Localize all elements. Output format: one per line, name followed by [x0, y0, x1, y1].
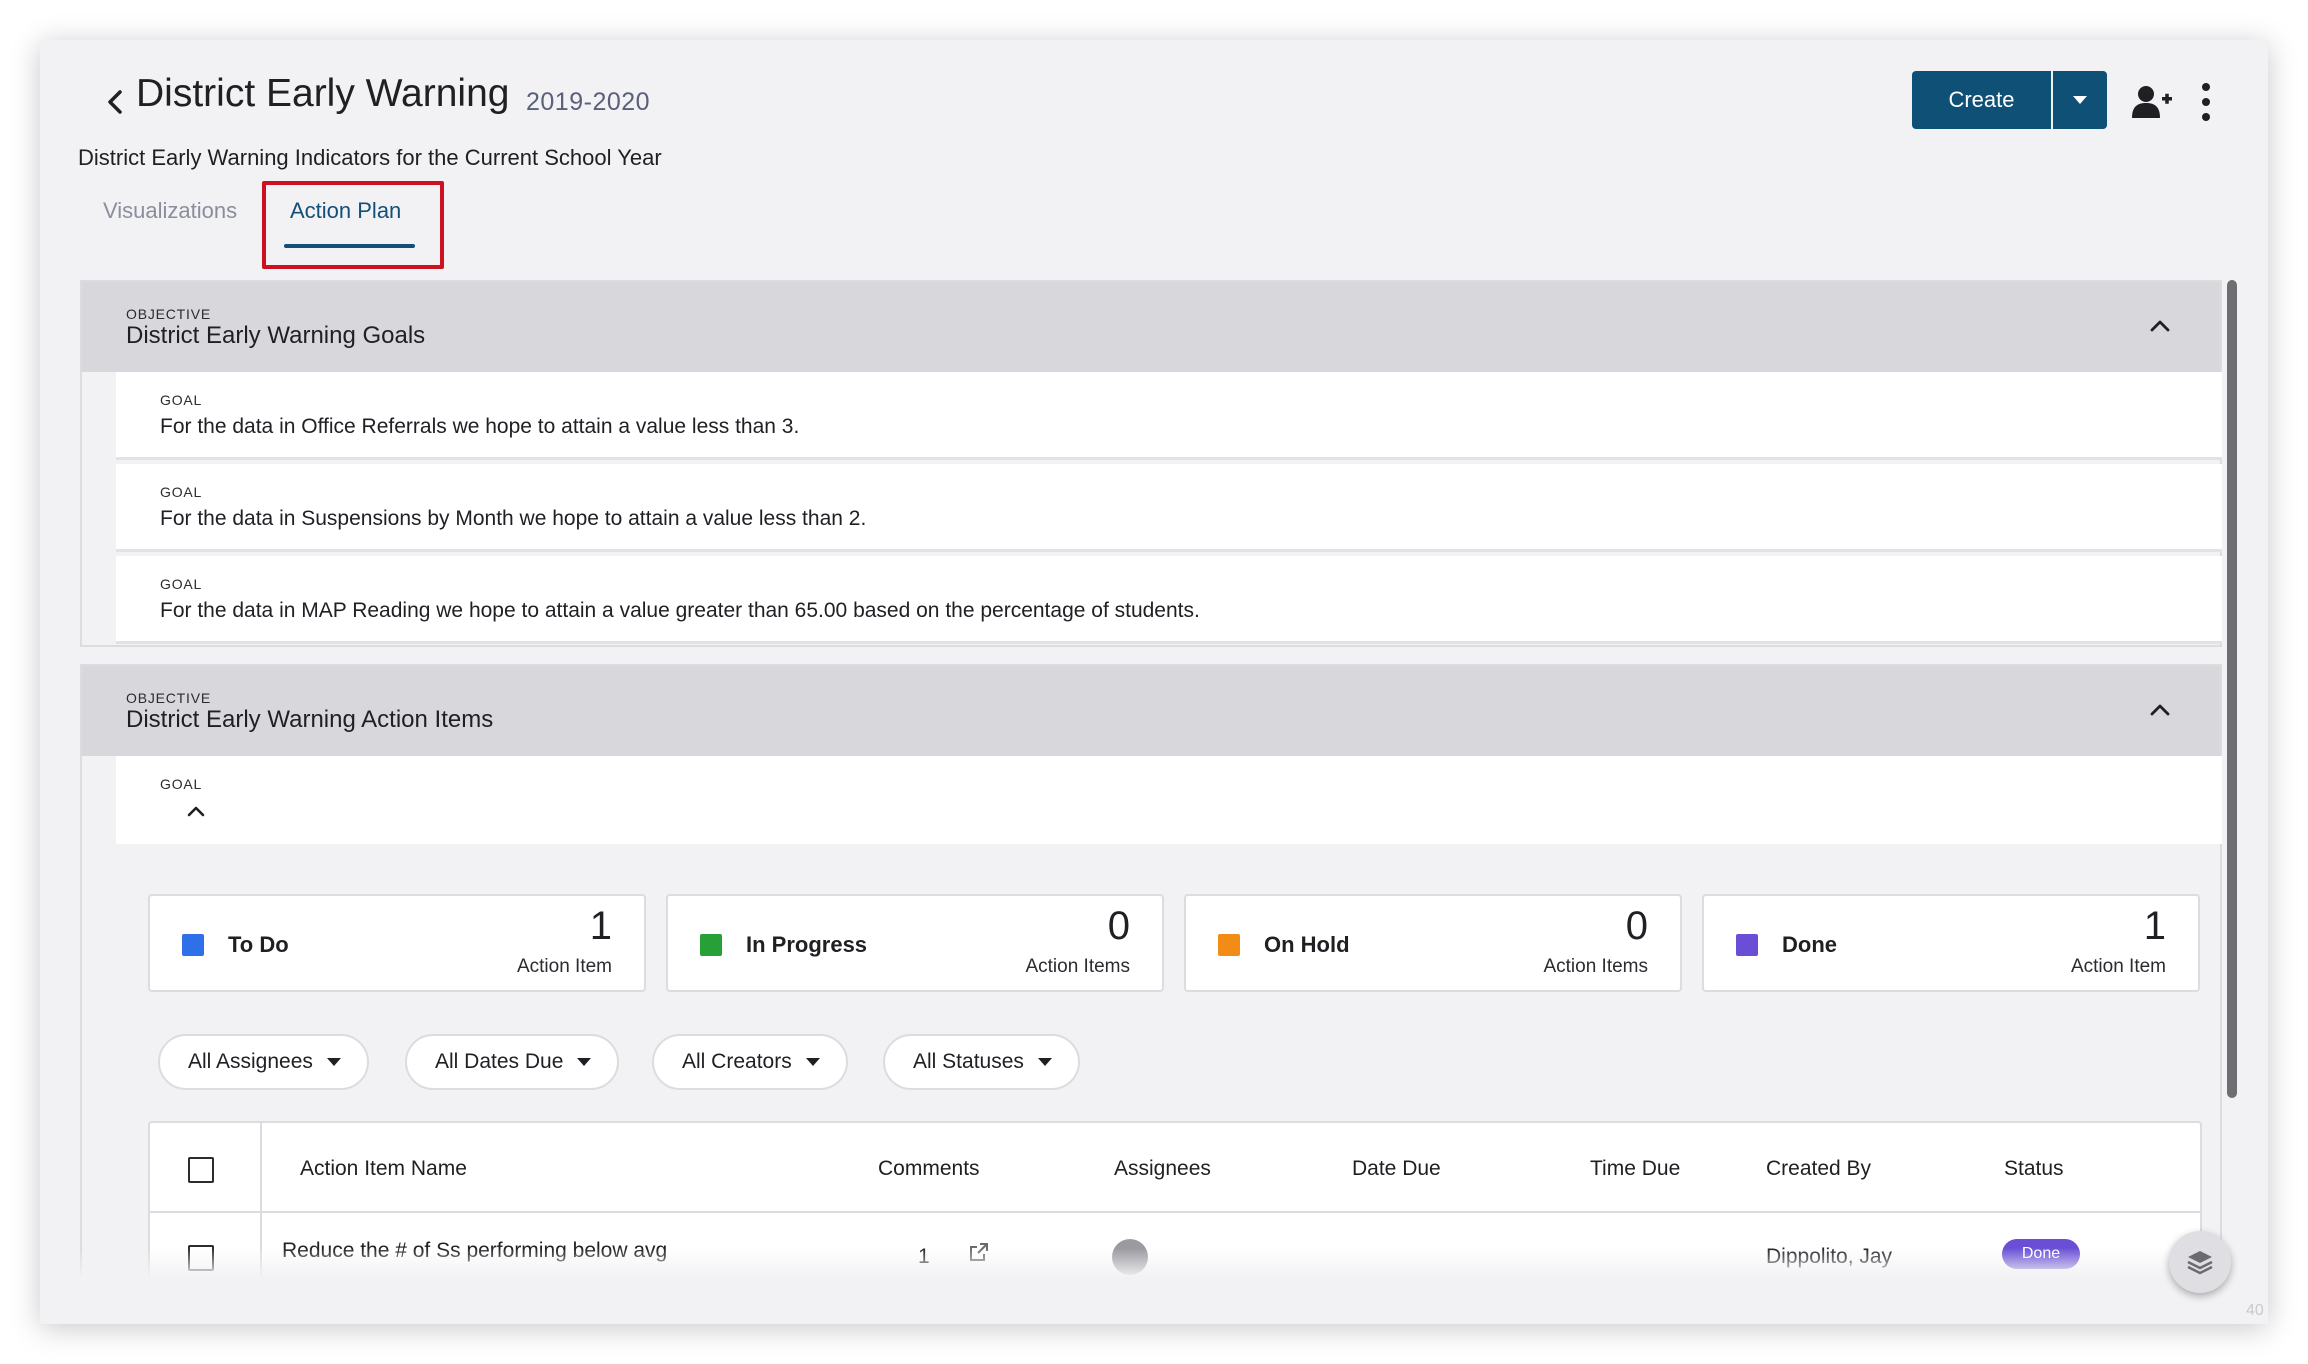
comment-count: 1 — [918, 1245, 930, 1268]
status-card-on-hold[interactable]: On Hold 0 Action Items — [1184, 894, 1682, 992]
goal-card: GOAL For the data in Office Referrals we… — [116, 372, 2222, 460]
status-unit: Action Item — [2070, 956, 2166, 977]
vertical-scrollbar[interactable] — [2227, 280, 2237, 1098]
status-name: To Do — [228, 932, 289, 957]
school-year: 2019-2020 — [526, 88, 651, 116]
goal-card: GOAL — [116, 756, 2222, 844]
corner-number: 40 — [2246, 1302, 2264, 1319]
create-button[interactable]: Create — [1912, 71, 2051, 129]
action-items-table: Action Item Name Comments Assignees Date… — [148, 1121, 2202, 1324]
filter-creators[interactable]: All Creators — [652, 1034, 848, 1090]
tab-action-plan[interactable]: Action Plan — [290, 198, 401, 224]
status-color-swatch — [1218, 934, 1240, 956]
column-header-time-due[interactable]: Time Due — [1590, 1157, 1680, 1181]
highlight-annotation-box — [262, 181, 444, 269]
status-unit: Action Item — [516, 956, 612, 977]
status-card-in-progress[interactable]: In Progress 0 Action Items — [666, 894, 1164, 992]
objective-title: District Early Warning Action Items — [126, 706, 494, 733]
filter-label: All Statuses — [913, 1050, 1024, 1073]
caret-down-icon — [1037, 1058, 1052, 1066]
status-name: Done — [1782, 932, 1837, 957]
status-name: In Progress — [746, 932, 868, 957]
page-title: District Early Warning — [136, 72, 510, 115]
status-count: 0 — [1107, 904, 1130, 948]
caret-down-icon — [326, 1058, 341, 1066]
external-link-icon[interactable] — [968, 1241, 990, 1263]
active-tab-indicator — [284, 244, 415, 248]
tab-visualizations[interactable]: Visualizations — [103, 198, 237, 224]
goal-label: GOAL — [160, 776, 203, 792]
assignee-avatar[interactable] — [1112, 1239, 1148, 1275]
created-by: Dippolito, Jay — [1766, 1245, 1893, 1268]
status-color-swatch — [700, 934, 722, 956]
objective-label: OBJECTIVE — [126, 690, 211, 706]
column-header-date-due[interactable]: Date Due — [1352, 1157, 1441, 1181]
row-checkbox[interactable] — [188, 1245, 214, 1271]
select-all-checkbox[interactable] — [188, 1157, 214, 1183]
goal-label: GOAL — [160, 576, 203, 592]
column-header-created-by[interactable]: Created By — [1766, 1157, 1871, 1181]
goal-label: GOAL — [160, 392, 203, 408]
header-divider — [150, 1211, 2200, 1213]
layers-button[interactable] — [2169, 1231, 2231, 1293]
goal-label: GOAL — [160, 484, 203, 500]
goal-card: GOAL For the data in Suspensions by Mont… — [116, 464, 2222, 552]
status-unit: Action Items — [1025, 956, 1130, 977]
filter-label: All Creators — [682, 1050, 792, 1073]
app-window: District Early Warning 2019-2020 Distric… — [40, 40, 2268, 1324]
status-count: 1 — [589, 904, 612, 948]
filter-assignees[interactable]: All Assignees — [158, 1034, 369, 1090]
chevron-up-icon[interactable] — [2146, 312, 2174, 340]
action-item-name[interactable]: Reduce the # of Ss performing below avg — [282, 1239, 667, 1263]
objective-header[interactable]: OBJECTIVE District Early Warning Action … — [82, 666, 2220, 756]
caret-down-icon — [577, 1058, 592, 1066]
status-color-swatch — [182, 934, 204, 956]
checkbox-column — [150, 1123, 262, 1324]
objective-title: District Early Warning Goals — [126, 322, 426, 349]
more-vertical-icon[interactable] — [2196, 80, 2216, 124]
status-card-to-do[interactable]: To Do 1 Action Item — [148, 894, 646, 992]
chevron-up-icon[interactable] — [2146, 696, 2174, 724]
status-count: 0 — [1625, 904, 1648, 948]
create-dropdown-button[interactable] — [2053, 71, 2107, 129]
column-header-status[interactable]: Status — [2004, 1157, 2064, 1181]
goal-text: For the data in Office Referrals we hope… — [160, 415, 800, 438]
page-subtitle: District Early Warning Indicators for th… — [78, 145, 662, 170]
chevron-up-icon[interactable] — [184, 800, 208, 822]
caret-down-icon — [2073, 96, 2087, 104]
filter-label: All Assignees — [188, 1050, 313, 1073]
objective-label: OBJECTIVE — [126, 306, 211, 322]
goal-text: For the data in Suspensions by Month we … — [160, 507, 867, 530]
status-name: On Hold — [1264, 932, 1350, 957]
filter-statuses[interactable]: All Statuses — [883, 1034, 1080, 1090]
status-count: 1 — [2143, 904, 2166, 948]
layers-icon — [2187, 1251, 2213, 1275]
objective-header[interactable]: OBJECTIVE District Early Warning Goals — [82, 282, 2220, 372]
filter-label: All Dates Due — [435, 1050, 564, 1073]
goal-card: GOAL For the data in MAP Reading we hope… — [116, 556, 2222, 644]
goal-text: For the data in MAP Reading we hope to a… — [160, 599, 1200, 622]
status-unit: Action Items — [1543, 956, 1648, 977]
status-color-swatch — [1736, 934, 1758, 956]
status-badge: Done — [2002, 1239, 2080, 1269]
column-header-comments[interactable]: Comments — [878, 1157, 980, 1181]
column-header-name[interactable]: Action Item Name — [300, 1157, 467, 1181]
add-user-icon[interactable] — [2132, 84, 2172, 120]
objective-panel-goals: OBJECTIVE District Early Warning Goals G… — [80, 280, 2222, 647]
filter-dates-due[interactable]: All Dates Due — [405, 1034, 620, 1090]
status-card-done[interactable]: Done 1 Action Item — [1702, 894, 2200, 992]
column-header-assignees[interactable]: Assignees — [1114, 1157, 1211, 1181]
back-arrow-icon[interactable] — [96, 82, 136, 122]
caret-down-icon — [805, 1058, 820, 1066]
